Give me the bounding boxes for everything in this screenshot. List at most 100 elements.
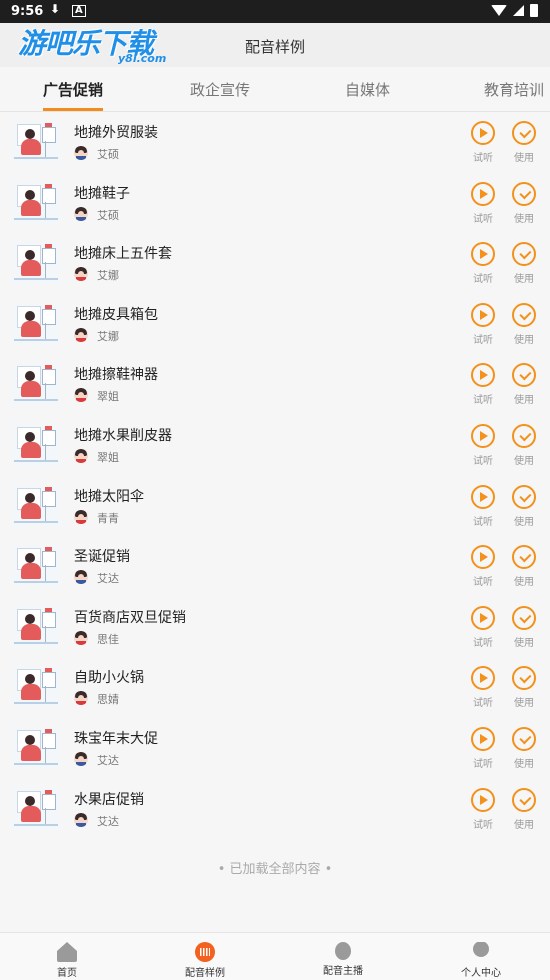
check-icon — [512, 484, 536, 509]
listen-button[interactable]: 试听 — [468, 726, 498, 771]
listen-button[interactable]: 试听 — [468, 666, 498, 710]
author-avatar — [74, 570, 88, 585]
sample-thumbnail — [12, 423, 60, 466]
use-button[interactable]: 使用 — [509, 423, 539, 468]
use-button[interactable]: 使用 — [509, 666, 539, 710]
tab-ads[interactable]: 广告促销 — [43, 79, 103, 100]
tab-education[interactable]: 教育培训 — [484, 79, 544, 100]
author-avatar — [74, 267, 88, 282]
listen-button[interactable]: 试听 — [468, 605, 498, 650]
use-button[interactable]: 使用 — [509, 302, 539, 347]
listen-button[interactable]: 试听 — [468, 787, 498, 832]
use-button[interactable]: 使用 — [509, 181, 539, 226]
list-item[interactable]: 地摊鞋子 艾硕 试听 使用 — [0, 173, 550, 234]
listen-button[interactable]: 试听 — [468, 484, 498, 529]
list-item[interactable]: 圣诞促销 艾达 试听 使用 — [0, 536, 550, 597]
sample-thumbnail — [12, 121, 60, 163]
listen-label: 试听 — [473, 213, 493, 225]
use-button[interactable]: 使用 — [509, 787, 539, 832]
sample-title: 水果店促销 — [74, 791, 144, 808]
check-icon — [512, 181, 536, 206]
play-icon — [471, 181, 495, 206]
user-icon — [473, 942, 489, 957]
nav-profile[interactable]: 个人中心 — [441, 933, 521, 980]
use-label: 使用 — [514, 516, 534, 528]
sample-title: 地摊床上五件套 — [74, 246, 172, 263]
use-button[interactable]: 使用 — [509, 545, 539, 589]
use-label: 使用 — [514, 577, 534, 589]
use-button[interactable]: 使用 — [509, 726, 539, 771]
list-item[interactable]: 地摊擦鞋神器 翠姐 试听 使用 — [0, 354, 550, 415]
author-avatar — [74, 146, 88, 160]
list-item[interactable]: 水果店促销 艾达 试听 使用 — [0, 779, 550, 840]
author-name: 思婧 — [97, 693, 119, 707]
listen-button[interactable]: 试听 — [468, 302, 498, 347]
use-button[interactable]: 使用 — [509, 605, 539, 650]
load-complete-text: • 已加载全部内容 • — [217, 862, 333, 877]
check-icon — [512, 726, 536, 751]
list-item[interactable]: 地摊水果削皮器 翠姐 试听 使用 — [0, 415, 550, 476]
use-button[interactable]: 使用 — [509, 121, 539, 165]
listen-button[interactable]: 试听 — [468, 121, 498, 165]
check-icon — [512, 545, 536, 570]
list-item[interactable]: 地摊太阳伞 青青 试听 使用 — [0, 476, 550, 537]
nav-voice-samples-label: 配音样例 — [185, 968, 225, 979]
play-icon — [471, 121, 495, 145]
status-right — [491, 4, 538, 17]
check-icon — [512, 666, 536, 691]
play-icon — [471, 787, 495, 812]
play-icon — [471, 423, 495, 448]
sample-title: 地摊外贸服装 — [74, 125, 158, 141]
listen-button[interactable]: 试听 — [468, 423, 498, 468]
list-item[interactable]: 地摊皮具箱包 艾娜 试听 使用 — [0, 294, 550, 355]
listen-label: 试听 — [473, 698, 493, 710]
nav-home[interactable]: 首页 — [27, 933, 107, 980]
nav-anchors-label: 配音主播 — [323, 966, 363, 977]
check-icon — [512, 121, 536, 145]
microphone-icon — [335, 942, 351, 960]
check-icon — [512, 787, 536, 812]
listen-button[interactable]: 试听 — [468, 545, 498, 589]
list-item[interactable]: 自助小火锅 思婧 试听 使用 — [0, 657, 550, 718]
use-label: 使用 — [514, 637, 534, 649]
signal-icon — [513, 5, 524, 16]
author-name: 艾硕 — [97, 148, 119, 161]
sample-thumbnail — [12, 242, 60, 285]
list-item[interactable]: 地摊床上五件套 艾娜 试听 使用 — [0, 233, 550, 294]
listen-button[interactable]: 试听 — [468, 363, 498, 407]
nav-voice-samples[interactable]: 配音样例 — [165, 933, 245, 980]
use-label: 使用 — [514, 698, 534, 710]
listen-button[interactable]: 试听 — [468, 242, 498, 286]
a-icon: A — [72, 5, 86, 17]
tab-self-media[interactable]: 自媒体 — [345, 79, 390, 100]
sample-list: 地摊外贸服装 艾硕 试听 使用 地摊鞋子 艾硕 试听 使用 地摊床上五件套 艾娜… — [0, 112, 550, 839]
author-avatar — [74, 388, 88, 403]
play-icon — [471, 302, 495, 327]
check-icon — [512, 423, 536, 448]
author-avatar — [74, 448, 88, 463]
logo-sub: y8l.com — [118, 52, 167, 65]
play-icon — [471, 242, 495, 267]
list-item[interactable]: 百货商店双旦促销 思佳 试听 使用 — [0, 597, 550, 658]
sample-thumbnail — [12, 605, 60, 648]
listen-button[interactable]: 试听 — [468, 181, 498, 226]
use-button[interactable]: 使用 — [509, 363, 539, 407]
wifi-icon — [491, 5, 507, 16]
use-button[interactable]: 使用 — [509, 242, 539, 286]
author-avatar — [74, 509, 88, 524]
sample-thumbnail — [12, 787, 60, 830]
play-icon — [471, 666, 495, 691]
list-item[interactable]: 珠宝年末大促 艾达 试听 使用 — [0, 718, 550, 779]
app-header: 游吧乐下载 y8l.com 配音样例 — [0, 23, 550, 68]
listen-label: 试听 — [473, 819, 493, 831]
use-label: 使用 — [514, 395, 534, 407]
use-label: 使用 — [514, 819, 534, 831]
sample-thumbnail — [12, 484, 60, 527]
use-label: 使用 — [514, 274, 534, 286]
use-button[interactable]: 使用 — [509, 484, 539, 529]
use-label: 使用 — [514, 758, 534, 770]
nav-anchors[interactable]: 配音主播 — [303, 933, 383, 980]
tab-government[interactable]: 政企宣传 — [190, 79, 250, 100]
listen-label: 试听 — [473, 395, 493, 407]
list-item[interactable]: 地摊外贸服装 艾硕 试听 使用 — [0, 112, 550, 173]
